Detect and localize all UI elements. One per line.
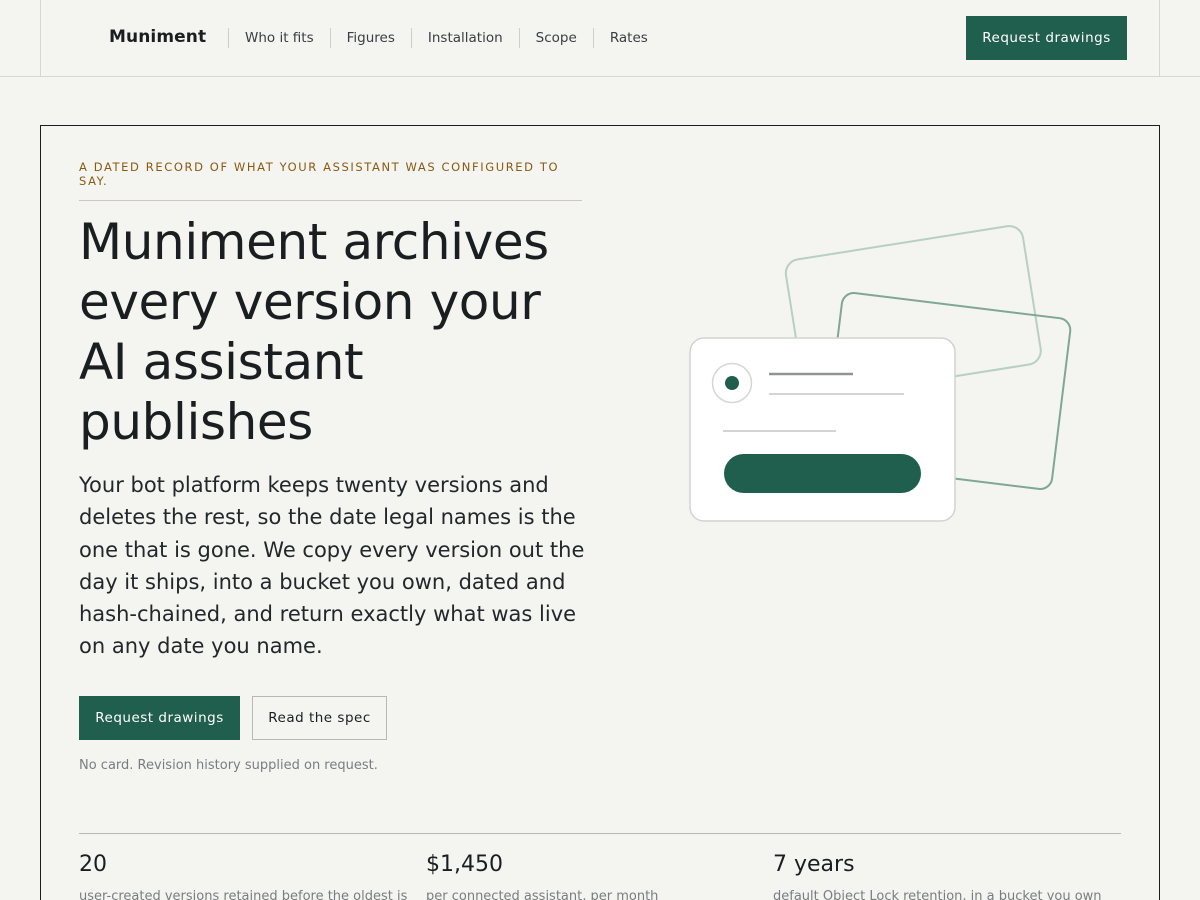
hero-eyebrow: A DATED RECORD OF WHAT YOUR ASSISTANT WA… (79, 160, 582, 201)
nav-item-rates[interactable]: Rates (592, 28, 664, 48)
nav-item-who-it-fits[interactable]: Who it fits (228, 28, 330, 48)
read-spec-button[interactable]: Read the spec (252, 696, 387, 740)
request-drawings-button[interactable]: Request drawings (79, 696, 240, 740)
front-card-icon (689, 337, 956, 522)
stacked-document-cards-icon (680, 210, 1080, 530)
nav-item-scope[interactable]: Scope (518, 28, 593, 48)
stat-versions: 20 user-created versions retained before… (79, 850, 408, 900)
stat-price: $1,450 per connected assistant, per mont… (426, 850, 746, 900)
stat-retention: 7 years default Object Lock retention, i… (773, 850, 1102, 900)
stat-label: user-created versions retained before th… (79, 889, 408, 900)
stat-label: default Object Lock retention, in a buck… (773, 889, 1102, 900)
stats-divider (79, 833, 1121, 834)
main-nav: Who it fits Figures Installation Scope R… (228, 28, 664, 48)
stat-value: 7 years (773, 852, 855, 877)
header-request-drawings-button[interactable]: Request drawings (966, 16, 1127, 60)
hero-fineprint: No card. Revision history supplied on re… (79, 758, 378, 773)
stat-value: $1,450 (426, 852, 503, 877)
site-header: Muniment Who it fits Figures Installatio… (0, 0, 1200, 77)
nav-item-figures[interactable]: Figures (329, 28, 411, 48)
nav-item-installation[interactable]: Installation (410, 28, 519, 48)
header-rail-right (1159, 0, 1160, 76)
hero-headline: Muniment archives every version your AI … (79, 213, 549, 451)
stat-value: 20 (79, 852, 107, 877)
header-rail-left (40, 0, 41, 76)
stat-label: per connected assistant, per month (426, 889, 659, 900)
hero-lede: Your bot platform keeps twenty versions … (79, 473, 585, 659)
brand-logo[interactable]: Muniment (109, 27, 206, 47)
